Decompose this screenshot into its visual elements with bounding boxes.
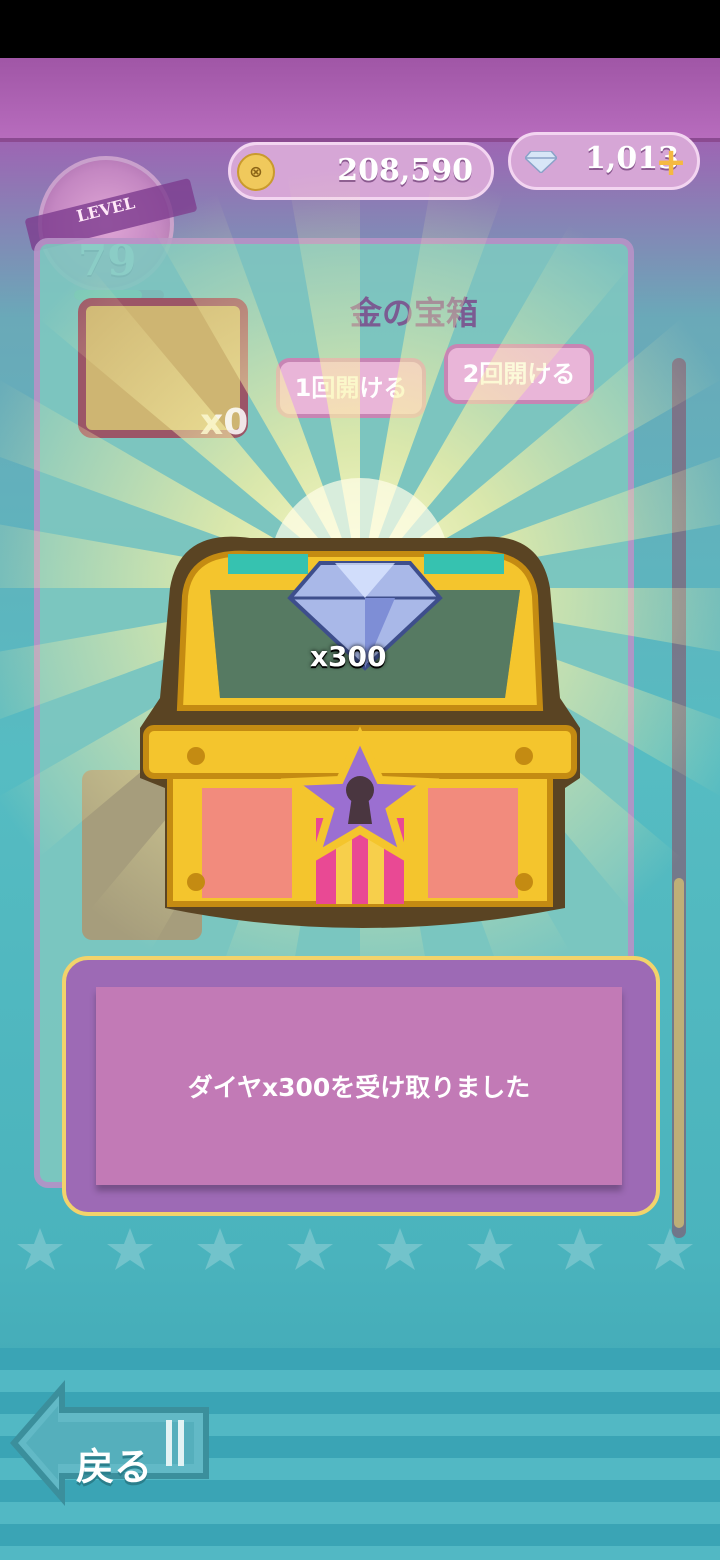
panel-title: 金の宝箱 (350, 294, 479, 332)
gold-treasure-chest (140, 536, 580, 928)
dialog-message: ダイヤx300を受け取りました (187, 1073, 531, 1102)
plus-icon[interactable]: + (655, 143, 687, 181)
diamond-counter[interactable]: 1,013 + (508, 132, 700, 190)
chest-count: x0 (200, 402, 249, 443)
panel-scrollbar-thumb[interactable] (674, 878, 684, 1228)
open-twice-button[interactable]: 2回開ける (444, 344, 594, 404)
coin-icon: ⊗ (237, 153, 275, 191)
coin-counter: ⊗ 208,590 (228, 142, 494, 200)
reward-count: x300 (310, 640, 387, 673)
star-pattern (17, 1228, 693, 1270)
back-button-label: 戻る (76, 1445, 153, 1489)
game-scene: LEVEL 79 ⊗ 208,590 1,013 + 金の宝箱 1回開ける 2回… (0, 58, 720, 1560)
open-once-button[interactable]: 1回開ける (276, 358, 426, 418)
top-bar (0, 58, 720, 142)
coin-value: 208,590 (337, 153, 473, 188)
status-bar (0, 0, 720, 58)
diamond-small-icon (525, 151, 557, 173)
